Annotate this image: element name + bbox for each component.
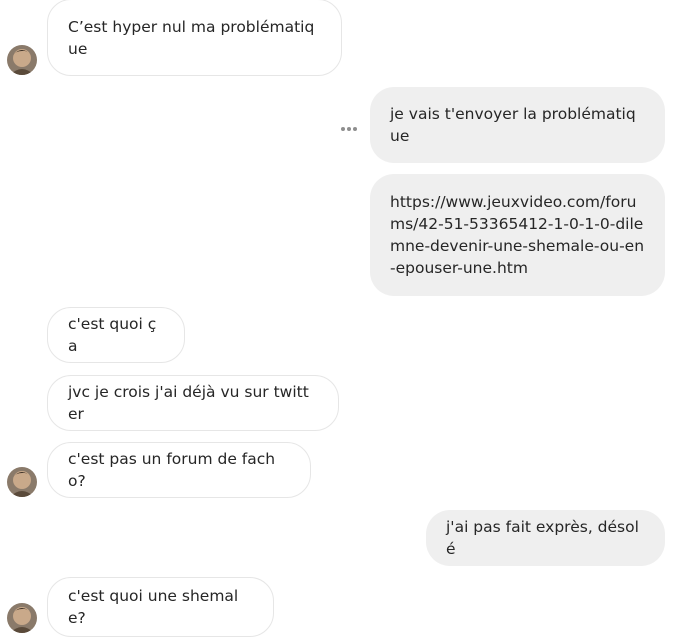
message-text: c'est pas un forum de facho? — [68, 450, 276, 490]
message-bubble-outgoing[interactable]: je vais t'envoyer la problématique — [370, 87, 665, 163]
more-options-icon[interactable] — [338, 120, 360, 138]
message-text: j'ai pas fait exprès, désolé — [446, 518, 639, 558]
message-bubble-incoming[interactable]: c'est quoi une shemale? — [47, 577, 274, 637]
message-text: je vais t'envoyer la problématique — [390, 105, 636, 145]
message-bubble-incoming[interactable]: C’est hyper nul ma problématique — [47, 0, 342, 76]
message-text: c'est quoi une shemale? — [68, 587, 239, 627]
message-bubble-incoming[interactable]: c'est pas un forum de facho? — [47, 442, 311, 498]
contact-avatar[interactable] — [7, 45, 37, 75]
message-bubble-incoming[interactable]: c'est quoi ça — [47, 307, 185, 363]
message-bubble-outgoing-link[interactable]: https://www.jeuxvideo.com/forums/42-51-5… — [370, 174, 665, 296]
message-text: jvc je crois j'ai déjà vu sur twitter — [68, 383, 309, 423]
message-bubble-outgoing[interactable]: j'ai pas fait exprès, désolé — [426, 510, 665, 566]
message-bubble-incoming[interactable]: jvc je crois j'ai déjà vu sur twitter — [47, 375, 339, 431]
contact-avatar[interactable] — [7, 467, 37, 497]
message-link-text[interactable]: https://www.jeuxvideo.com/forums/42-51-5… — [390, 191, 645, 279]
message-text: c'est quoi ça — [68, 315, 157, 355]
message-text: C’est hyper nul ma problématique — [68, 17, 315, 58]
